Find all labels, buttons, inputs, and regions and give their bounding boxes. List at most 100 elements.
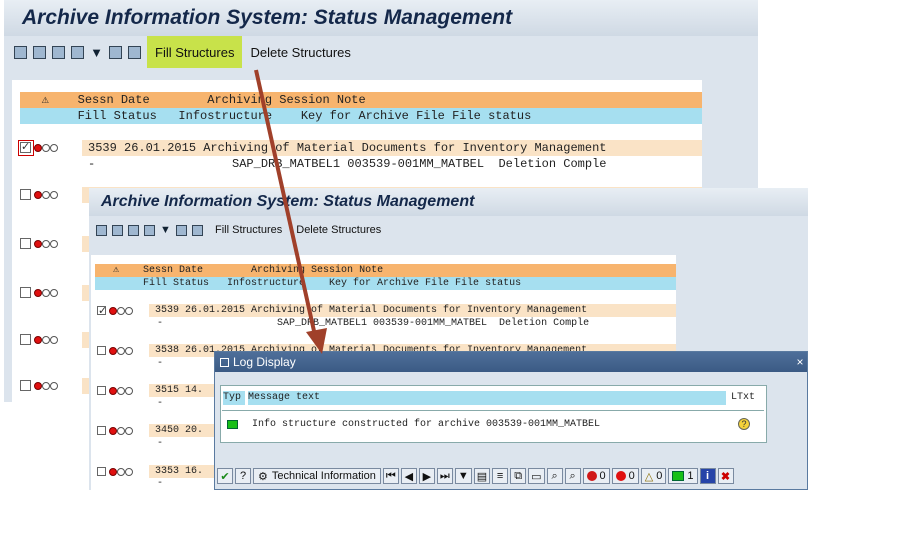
- traffic-light-icon: [109, 427, 133, 435]
- column-header-ltxt[interactable]: LTxt: [731, 391, 763, 405]
- traffic-light-icon: [34, 191, 58, 199]
- continue-check-icon[interactable]: ✔: [217, 468, 233, 484]
- back-header-row-2: Fill Status Infostructure Key for Archiv…: [20, 108, 702, 124]
- traffic-light-icon: [34, 336, 58, 344]
- row-checkbox[interactable]: [97, 386, 106, 395]
- front-toolbar: ▼ Fill Structures Delete Structures: [89, 219, 808, 241]
- previous-page-icon[interactable]: ◀: [400, 468, 417, 484]
- row-checkbox[interactable]: [20, 334, 31, 345]
- column-header-typ[interactable]: Typ: [223, 391, 245, 405]
- export-icon[interactable]: [144, 224, 155, 236]
- traffic-light-icon: [109, 307, 133, 315]
- success-count: 1: [687, 470, 694, 482]
- back-row-1-line-2[interactable]: - SAP_DRB_MATBEL1 003539-001MM_MATBEL De…: [82, 156, 702, 172]
- log-display-title: Log Display: [233, 355, 296, 369]
- error-count: 0: [628, 470, 635, 482]
- error-icon: [615, 471, 626, 481]
- fill-structures-button[interactable]: Fill Structures: [147, 36, 243, 68]
- technical-information-label: Technical Information: [271, 470, 376, 482]
- save-icon[interactable]: ▭: [528, 468, 545, 484]
- export-icon[interactable]: [71, 45, 84, 59]
- log-message-text[interactable]: Info structure constructed for archive 0…: [252, 417, 722, 433]
- front-row-3-line-1[interactable]: 3515 14.: [149, 384, 219, 397]
- row-checkbox[interactable]: [97, 467, 106, 476]
- find-icon[interactable]: ⌕: [546, 468, 563, 484]
- back-window-title: Archive Information System: Status Manag…: [22, 6, 513, 29]
- information-icon[interactable]: i: [699, 468, 716, 484]
- fill-structures-button[interactable]: Fill Structures: [208, 219, 289, 241]
- details-icon[interactable]: [128, 224, 139, 236]
- front-row-5-line-1[interactable]: 3353 16.: [149, 465, 219, 478]
- row-checkbox[interactable]: [20, 140, 31, 153]
- copy-icon[interactable]: ⧉: [510, 468, 527, 484]
- next-page-icon[interactable]: ▶: [418, 468, 435, 484]
- warning-messages-filter[interactable]: △ 0: [640, 468, 667, 484]
- print-icon[interactable]: [109, 45, 122, 59]
- print-icon[interactable]: [176, 224, 187, 236]
- front-header-row-1: ⚠ Sessn Date Archiving Session Note: [95, 264, 676, 277]
- filter-icon[interactable]: ▼: [160, 224, 171, 236]
- log-message-grid: Typ Message text LTxt Info structure con…: [220, 385, 767, 443]
- column-header-message-text[interactable]: Message text: [248, 391, 726, 405]
- success-status-icon: [227, 420, 238, 429]
- print-icon[interactable]: ▤: [473, 468, 491, 484]
- front-row-1-line-1[interactable]: 3539 26.01.2015 Archiving of Material Do…: [149, 304, 676, 317]
- row-checkbox[interactable]: [20, 287, 31, 298]
- row-checkbox[interactable]: [97, 304, 107, 317]
- last-page-icon[interactable]: ⏭: [436, 468, 453, 484]
- traffic-light-icon: [34, 289, 58, 297]
- traffic-light-icon: [109, 468, 133, 476]
- row-checkbox[interactable]: [20, 380, 31, 391]
- stop-messages-filter[interactable]: 0: [582, 468, 610, 484]
- find-icon[interactable]: [33, 45, 46, 59]
- front-row-3-line-2[interactable]: -: [149, 397, 219, 410]
- row-checkbox[interactable]: [97, 346, 106, 355]
- warning-count: 0: [656, 470, 663, 482]
- delete-structures-button[interactable]: Delete Structures: [242, 38, 358, 66]
- front-row-1-line-2[interactable]: - SAP_DRB_MATBEL1 003539-001MM_MATBEL De…: [149, 317, 676, 330]
- back-header-row-1: ⚠ Sessn Date Archiving Session Note: [20, 92, 702, 108]
- traffic-light-icon: [34, 144, 58, 152]
- traffic-light-icon: [109, 387, 133, 395]
- log-display-dialog: Log Display × Typ Message text LTxt Info…: [214, 351, 808, 490]
- grid-divider: [222, 410, 764, 411]
- long-text-help-icon[interactable]: ?: [738, 418, 750, 430]
- refresh-icon[interactable]: [14, 45, 27, 59]
- row-checkbox[interactable]: [20, 189, 31, 200]
- row-checkbox[interactable]: [97, 426, 106, 435]
- first-page-icon[interactable]: ⏮: [382, 468, 399, 484]
- traffic-light-icon: [34, 382, 58, 390]
- warning-icon: △: [644, 470, 654, 483]
- row-checkbox[interactable]: [20, 238, 31, 249]
- front-row-4-line-2[interactable]: -: [149, 437, 219, 450]
- traffic-light-icon: [34, 240, 58, 248]
- back-toolbar: ▼ Fill Structures Delete Structures: [4, 36, 758, 68]
- stop-icon: [586, 471, 597, 481]
- stop-count: 0: [599, 470, 606, 482]
- success-icon: [672, 471, 685, 481]
- close-icon[interactable]: ×: [793, 352, 807, 372]
- tools-icon: ⚙: [258, 470, 268, 483]
- back-row-1-line-1[interactable]: 3539 26.01.2015 Archiving of Material Do…: [82, 140, 702, 156]
- copy-icon[interactable]: [192, 224, 203, 236]
- error-messages-filter[interactable]: 0: [611, 468, 639, 484]
- success-messages-filter[interactable]: 1: [668, 468, 698, 484]
- refresh-icon[interactable]: [96, 224, 107, 236]
- filter-icon[interactable]: ▼: [90, 46, 103, 59]
- technical-information-button[interactable]: ⚙ Technical Information: [253, 468, 381, 484]
- front-row-4-line-1[interactable]: 3450 20.: [149, 424, 219, 437]
- delete-structures-button[interactable]: Delete Structures: [289, 219, 388, 241]
- filter-icon[interactable]: ▼: [454, 468, 472, 484]
- sort-icon[interactable]: ≡: [492, 468, 509, 484]
- log-display-footer-toolbar: ✔ ? ⚙ Technical Information ⏮ ◀ ▶ ⏭ ▼ ▤ …: [217, 466, 805, 486]
- dialog-window-icon: [220, 357, 229, 367]
- copy-icon[interactable]: [128, 45, 141, 59]
- log-display-title-bar: Log Display: [215, 352, 807, 372]
- traffic-light-icon: [109, 347, 133, 355]
- cancel-icon[interactable]: ✖: [717, 468, 734, 484]
- details-icon[interactable]: [52, 45, 65, 59]
- find-next-icon[interactable]: ⌕: [564, 468, 581, 484]
- find-icon[interactable]: [112, 224, 123, 236]
- front-row-5-line-2[interactable]: -: [149, 478, 219, 490]
- help-icon[interactable]: ?: [235, 468, 251, 484]
